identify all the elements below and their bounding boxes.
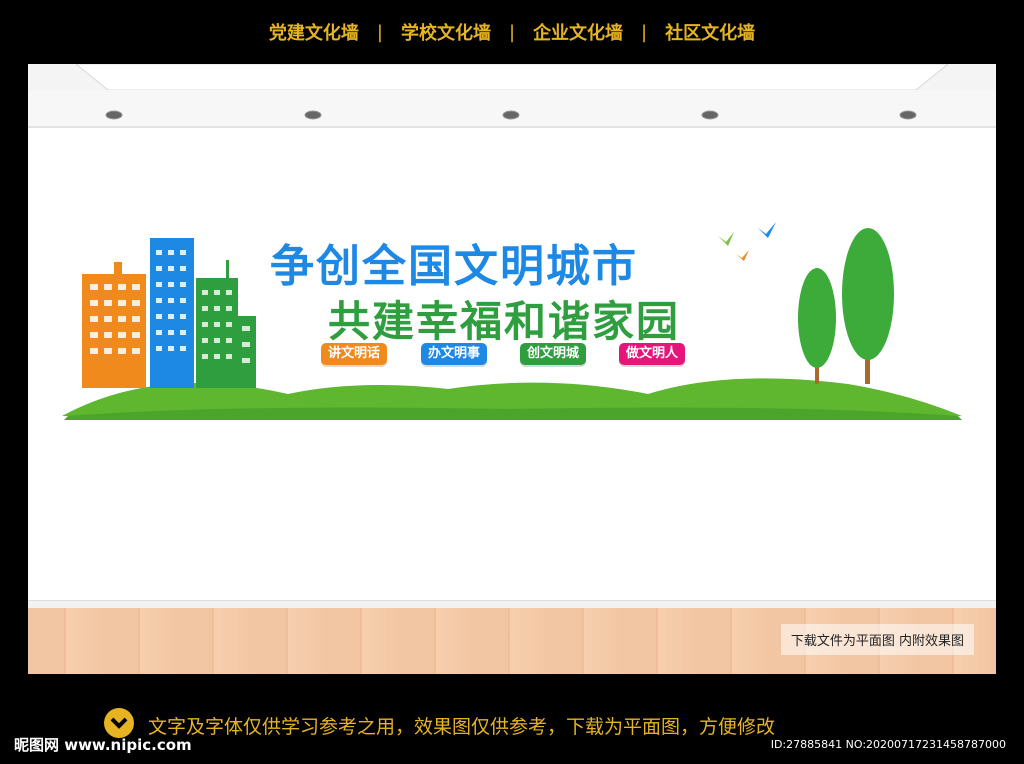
building-orange [82, 262, 146, 388]
building-blue [150, 238, 194, 388]
wall-title-line2: 共建幸福和谐家园 [328, 297, 681, 346]
image-id: ID:27885841 NO:20200717231458787000 [770, 738, 1006, 751]
bird-icon [718, 232, 734, 246]
floor-note: 下载文件为平面图 内附效果图 [780, 624, 974, 655]
tree-icon [842, 228, 894, 384]
bird-icon [736, 250, 749, 261]
top-navigation: 党建文化墙 | 学校文化墙 | 企业文化墙 | 社区文化墙 [0, 0, 1024, 64]
site-logo[interactable]: 昵图网 www.nipic.com [14, 734, 192, 755]
footer-message: 文字及字体仅供学习参考之用，效果图仅供参考，下载为平面图，方便修改 [148, 716, 776, 738]
slogan-badge: 讲文明话 [321, 343, 388, 365]
nav-item-community[interactable]: 社区文化墙 [647, 19, 773, 45]
nav-item-school[interactable]: 学校文化墙 [383, 19, 509, 45]
nav-item-enterprise[interactable]: 企业文化墙 [515, 19, 641, 45]
wall-preview: 争创全国文明城市 共建幸福和谐家园 讲文明话 办文明事 创文明城 做文明人 下载… [28, 64, 996, 674]
city-illustration [62, 222, 962, 420]
slogan-badge: 做文明人 [619, 343, 686, 365]
tree-icon [798, 268, 836, 384]
slogan-badge: 办文明事 [421, 343, 488, 365]
wall-title-line1: 争创全国文明城市 [270, 241, 638, 292]
slogan-badge: 创文明城 [520, 343, 587, 365]
bird-icon [758, 222, 776, 238]
nav-item-party[interactable]: 党建文化墙 [251, 19, 377, 45]
footer: 文字及字体仅供学习参考之用，效果图仅供参考，下载为平面图，方便修改 昵图网 ww… [0, 698, 1024, 764]
